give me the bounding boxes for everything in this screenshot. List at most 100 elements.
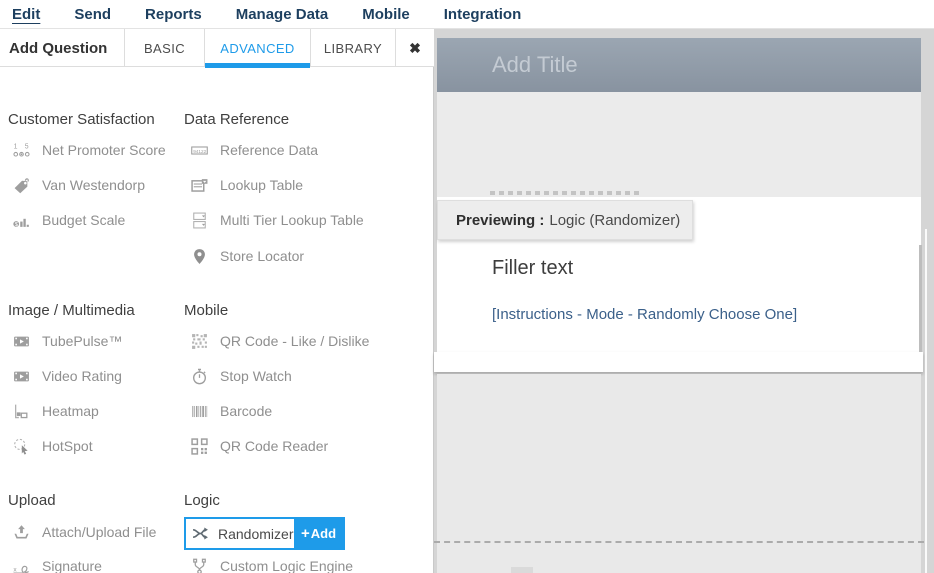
nav-integration[interactable]: Integration bbox=[444, 6, 522, 23]
question-title: Filler text bbox=[492, 257, 573, 280]
heatmap-icon bbox=[12, 402, 31, 420]
nav-manage-data[interactable]: Manage Data bbox=[236, 6, 329, 23]
section-logic: Logic bbox=[184, 492, 220, 509]
tab-advanced[interactable]: ADVANCED bbox=[204, 29, 310, 67]
question-type-lookup-table[interactable]: Lookup Table bbox=[190, 170, 303, 200]
question-type-label: Barcode bbox=[220, 403, 272, 419]
question-type-store-locator[interactable]: Store Locator bbox=[190, 241, 304, 271]
survey-builder-screen: Edit Send Reports Manage Data Mobile Int… bbox=[0, 0, 934, 573]
svg-text:94122: 94122 bbox=[193, 148, 206, 153]
question-type-label: Custom Logic Engine bbox=[220, 558, 353, 573]
hidden-element-fragment bbox=[511, 567, 533, 573]
obscured-text-fragment bbox=[490, 191, 642, 195]
reference-data-icon: 94122 bbox=[190, 141, 209, 159]
question-type-stop-watch[interactable]: Stop Watch bbox=[190, 361, 292, 391]
question-type-hotspot[interactable]: HotSpot bbox=[12, 431, 93, 461]
survey-title-placeholder: Add Title bbox=[492, 52, 578, 78]
survey-preview-panel: Add Title Filler text [Instructions - Mo… bbox=[434, 29, 934, 573]
nav-reports[interactable]: Reports bbox=[145, 6, 202, 23]
question-type-barcode[interactable]: Barcode bbox=[190, 396, 272, 426]
question-type-multi-tier-lookup-table[interactable]: Multi Tier Lookup Table bbox=[190, 205, 364, 235]
question-type-label: Reference Data bbox=[220, 142, 318, 158]
add-randomizer-button[interactable]: +Add bbox=[294, 519, 343, 548]
nav-mobile[interactable]: Mobile bbox=[362, 6, 410, 23]
question-type-budget-scale[interactable]: $ Budget Scale bbox=[12, 205, 125, 235]
question-type-signature[interactable]: x Signature bbox=[12, 551, 102, 573]
question-type-label: QR Code - Like / Dislike bbox=[220, 333, 369, 349]
panel-header: Add Question BASIC ADVANCED LIBRARY ✖ bbox=[0, 29, 434, 67]
upload-icon bbox=[12, 523, 31, 541]
nav-send[interactable]: Send bbox=[74, 6, 111, 23]
previewing-tooltip-value: Logic (Randomizer) bbox=[549, 212, 680, 229]
question-type-attach-upload-file[interactable]: Attach/Upload File bbox=[12, 517, 156, 547]
section-data-reference: Data Reference bbox=[184, 111, 289, 128]
question-type-qr-code-reader[interactable]: QR Code Reader bbox=[190, 431, 328, 461]
question-type-label: Signature bbox=[42, 558, 102, 573]
question-type-qr-code-like-dislike[interactable]: QR Code - Like / Dislike bbox=[190, 326, 369, 356]
page-break-divider bbox=[434, 541, 924, 543]
question-type-label: Stop Watch bbox=[220, 368, 292, 384]
question-type-randomizer[interactable]: Randomizer +Add bbox=[184, 517, 345, 550]
survey-title-bar[interactable]: Add Title bbox=[437, 38, 921, 92]
svg-text:5: 5 bbox=[25, 143, 29, 150]
section-upload: Upload bbox=[8, 492, 56, 509]
signature-icon: x bbox=[12, 557, 31, 573]
question-type-label: Lookup Table bbox=[220, 177, 303, 193]
question-type-van-westendorp[interactable]: Van Westendorp bbox=[12, 170, 145, 200]
tab-library[interactable]: LIBRARY bbox=[310, 29, 395, 67]
question-type-label: Video Rating bbox=[42, 368, 122, 384]
price-tag-icon bbox=[12, 176, 31, 194]
question-type-label: Multi Tier Lookup Table bbox=[220, 212, 364, 228]
tab-basic[interactable]: BASIC bbox=[124, 29, 204, 67]
add-question-panel: Add Question BASIC ADVANCED LIBRARY ✖ Cu… bbox=[0, 29, 434, 573]
question-type-custom-logic-engine[interactable]: Custom Logic Engine bbox=[190, 551, 353, 573]
logic-branch-icon bbox=[190, 557, 209, 573]
survey-description-block[interactable] bbox=[437, 92, 921, 197]
close-icon: ✖ bbox=[409, 40, 421, 57]
barcode-icon bbox=[190, 402, 209, 420]
question-type-label: Budget Scale bbox=[42, 212, 125, 228]
scrollbar-thumb[interactable] bbox=[919, 245, 922, 352]
question-type-label: QR Code Reader bbox=[220, 438, 328, 454]
nps-scale-icon: 15 bbox=[12, 141, 31, 159]
section-mobile: Mobile bbox=[184, 302, 228, 319]
svg-text:x: x bbox=[13, 566, 17, 573]
previewing-tooltip: Previewing : Logic (Randomizer) bbox=[437, 200, 693, 240]
qr-code-icon bbox=[190, 332, 209, 350]
section-customer-satisfaction: Customer Satisfaction bbox=[8, 111, 155, 128]
question-type-label: Net Promoter Score bbox=[42, 142, 166, 158]
plus-icon: + bbox=[301, 525, 310, 542]
add-button-label: Add bbox=[311, 526, 336, 541]
question-type-label: Store Locator bbox=[220, 248, 304, 264]
question-type-label: HotSpot bbox=[42, 438, 93, 454]
budget-bars-icon: $ bbox=[12, 211, 31, 229]
question-type-label: Heatmap bbox=[42, 403, 99, 419]
video-film-icon bbox=[12, 367, 31, 385]
top-nav: Edit Send Reports Manage Data Mobile Int… bbox=[0, 0, 934, 29]
section-image-multimedia: Image / Multimedia bbox=[8, 302, 135, 319]
question-type-tubepulse[interactable]: TubePulse™ bbox=[12, 326, 122, 356]
preview-lower-area bbox=[437, 374, 921, 573]
question-type-label: TubePulse™ bbox=[42, 333, 122, 349]
question-type-label: Van Westendorp bbox=[42, 177, 145, 193]
qr-reader-icon bbox=[190, 437, 209, 455]
hotspot-cursor-icon bbox=[12, 437, 31, 455]
close-panel-button[interactable]: ✖ bbox=[395, 29, 434, 67]
svg-text:1: 1 bbox=[14, 143, 18, 150]
question-type-reference-data[interactable]: 94122 Reference Data bbox=[190, 135, 318, 165]
question-instructions: [Instructions - Mode - Randomly Choose O… bbox=[492, 306, 797, 323]
question-type-label: Attach/Upload File bbox=[42, 524, 156, 540]
question-type-heatmap[interactable]: Heatmap bbox=[12, 396, 99, 426]
stopwatch-icon bbox=[190, 367, 209, 385]
question-type-net-promoter-score[interactable]: 15 Net Promoter Score bbox=[12, 135, 166, 165]
video-film-icon bbox=[12, 332, 31, 350]
preview-footer-strip bbox=[434, 352, 923, 372]
shuffle-icon bbox=[191, 525, 210, 543]
map-pin-icon bbox=[190, 247, 209, 265]
multi-tier-lookup-icon bbox=[190, 211, 209, 229]
question-type-video-rating[interactable]: Video Rating bbox=[12, 361, 122, 391]
previewing-tooltip-prefix: Previewing : bbox=[456, 212, 544, 229]
nav-edit[interactable]: Edit bbox=[12, 6, 40, 23]
question-type-label: Randomizer bbox=[218, 526, 293, 542]
scrollbar-track[interactable] bbox=[925, 229, 927, 573]
